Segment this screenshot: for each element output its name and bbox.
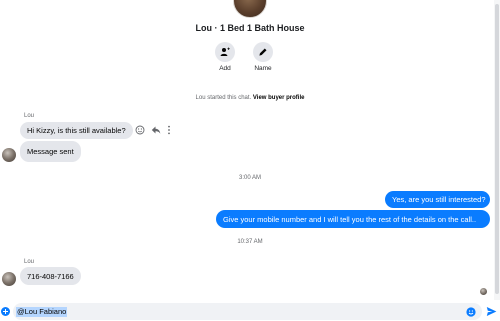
message-text: Yes, are you still interested?: [392, 195, 486, 204]
chat-started-notice: Lou started this chat. View buyer profil…: [0, 95, 500, 101]
message-input-value[interactable]: @Lou Fabiano: [16, 307, 68, 317]
contact-avatar: [233, 0, 267, 18]
message-text: Give your mobile number and I will tell …: [223, 214, 477, 224]
more-options-icon[interactable]: [167, 125, 171, 135]
sender-name: Lou: [24, 259, 35, 265]
incoming-message: 716-408-7166: [20, 267, 81, 285]
timestamp: 10:37 AM: [237, 239, 263, 245]
name-button[interactable]: Name: [243, 42, 283, 72]
conversation-title: Lou · 1 Bed 1 Bath House: [195, 23, 305, 33]
scrollbar-thumb[interactable]: [495, 4, 499, 294]
reply-icon[interactable]: [151, 125, 161, 135]
add-person-icon: [215, 42, 235, 62]
pencil-icon: [253, 42, 273, 62]
incoming-message: Message sent: [20, 141, 81, 162]
send-icon[interactable]: [486, 306, 497, 317]
sender-name: Lou: [24, 113, 35, 119]
plus-icon[interactable]: [1, 307, 10, 316]
emoji-react-icon[interactable]: [135, 125, 145, 135]
name-label: Name: [254, 65, 272, 72]
add-button[interactable]: Add: [205, 42, 245, 72]
message-text: Hi Kizzy, is this still available?: [27, 126, 126, 135]
view-buyer-profile-link[interactable]: View buyer profile: [253, 95, 305, 101]
add-label: Add: [219, 65, 231, 72]
seen-receipt-avatar: [480, 288, 487, 295]
incoming-message: Hi Kizzy, is this still available?: [20, 122, 133, 139]
sender-avatar: [2, 148, 16, 162]
message-input[interactable]: [13, 303, 482, 320]
message-text: 716-408-7166: [27, 271, 74, 281]
outgoing-message: Yes, are you still interested?: [385, 191, 490, 208]
chat-started-text: Lou started this chat.: [195, 95, 252, 101]
message-text: Message sent: [27, 147, 74, 156]
sender-avatar: [2, 272, 16, 286]
outgoing-message: Give your mobile number and I will tell …: [216, 210, 490, 228]
emoji-icon[interactable]: [466, 307, 476, 317]
message-actions: [135, 125, 171, 135]
timestamp: 3:00 AM: [238, 175, 261, 181]
